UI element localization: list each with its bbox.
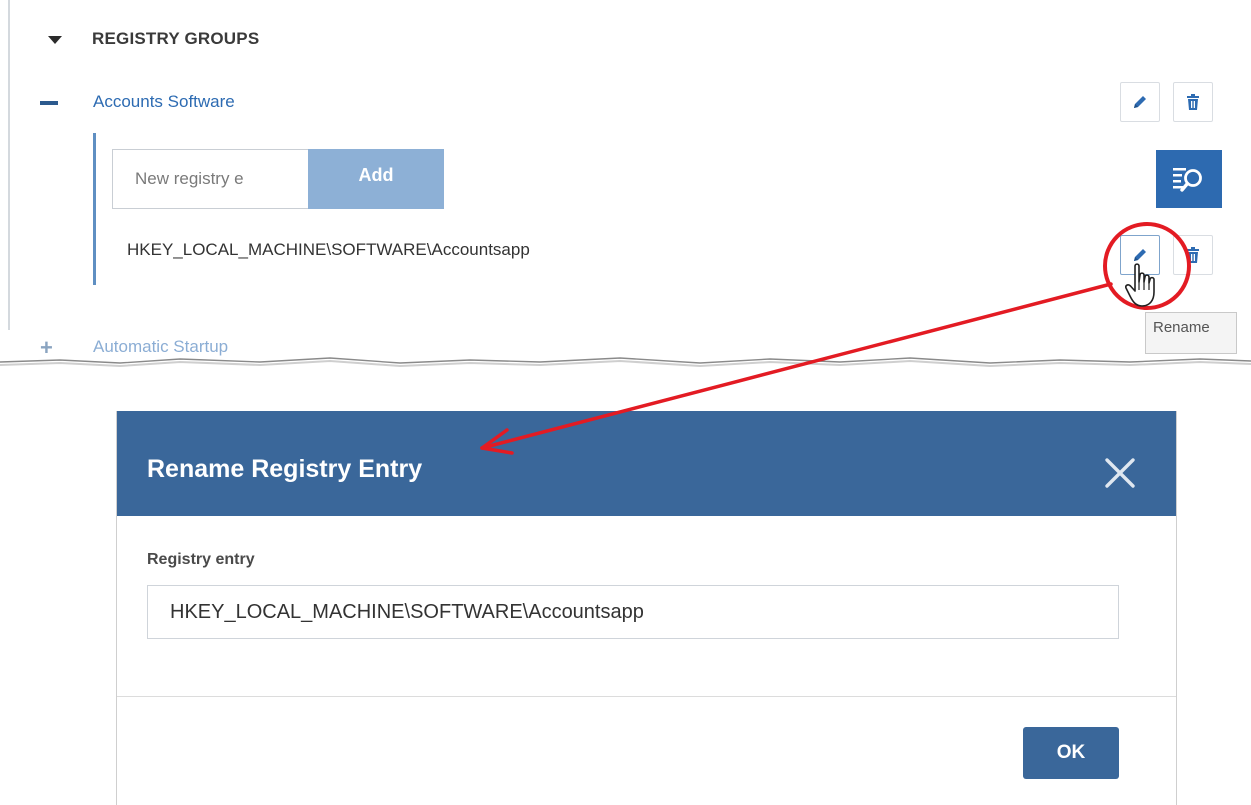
hand-pointer-icon (1125, 263, 1155, 307)
registry-groups-header[interactable]: REGISTRY GROUPS (42, 28, 259, 52)
torn-edge-divider (0, 357, 1251, 380)
close-icon[interactable] (1100, 453, 1140, 493)
rename-registry-entry-dialog: Rename Registry Entry Registry entry OK (116, 411, 1177, 805)
ok-button[interactable]: OK (1023, 727, 1119, 779)
search-list-icon (1173, 168, 1202, 192)
registry-entry-path: HKEY_LOCAL_MACHINE\SOFTWARE\Accountsapp (127, 240, 530, 259)
trash-icon (1187, 94, 1199, 110)
group-row-accounts-software: Accounts Software (40, 88, 1220, 118)
new-registry-entry-input[interactable] (112, 149, 308, 209)
dialog-footer-divider (117, 696, 1176, 697)
registry-entry-label: Registry entry (147, 551, 255, 568)
minus-icon[interactable] (40, 101, 58, 105)
registry-groups-panel: REGISTRY GROUPS Accounts Software New re… (0, 0, 1251, 380)
add-button[interactable]: Add (308, 149, 444, 209)
browse-registry-button[interactable] (1156, 150, 1222, 208)
pencil-icon (1134, 96, 1146, 108)
edit-group-button[interactable] (1120, 82, 1160, 122)
dialog-header: Rename Registry Entry (117, 411, 1176, 516)
delete-group-button[interactable] (1173, 82, 1213, 122)
group-body-border (93, 133, 96, 285)
screenshot-stage: REGISTRY GROUPS Accounts Software New re… (0, 0, 1251, 805)
registry-entry-field[interactable] (147, 585, 1119, 639)
group-label[interactable]: Accounts Software (93, 92, 235, 112)
panel-left-border (8, 0, 10, 330)
caret-down-icon[interactable] (48, 36, 62, 44)
dialog-title: Rename Registry Entry (147, 455, 423, 483)
section-title: REGISTRY GROUPS (92, 29, 260, 48)
new-entry-form: Add (112, 149, 444, 209)
